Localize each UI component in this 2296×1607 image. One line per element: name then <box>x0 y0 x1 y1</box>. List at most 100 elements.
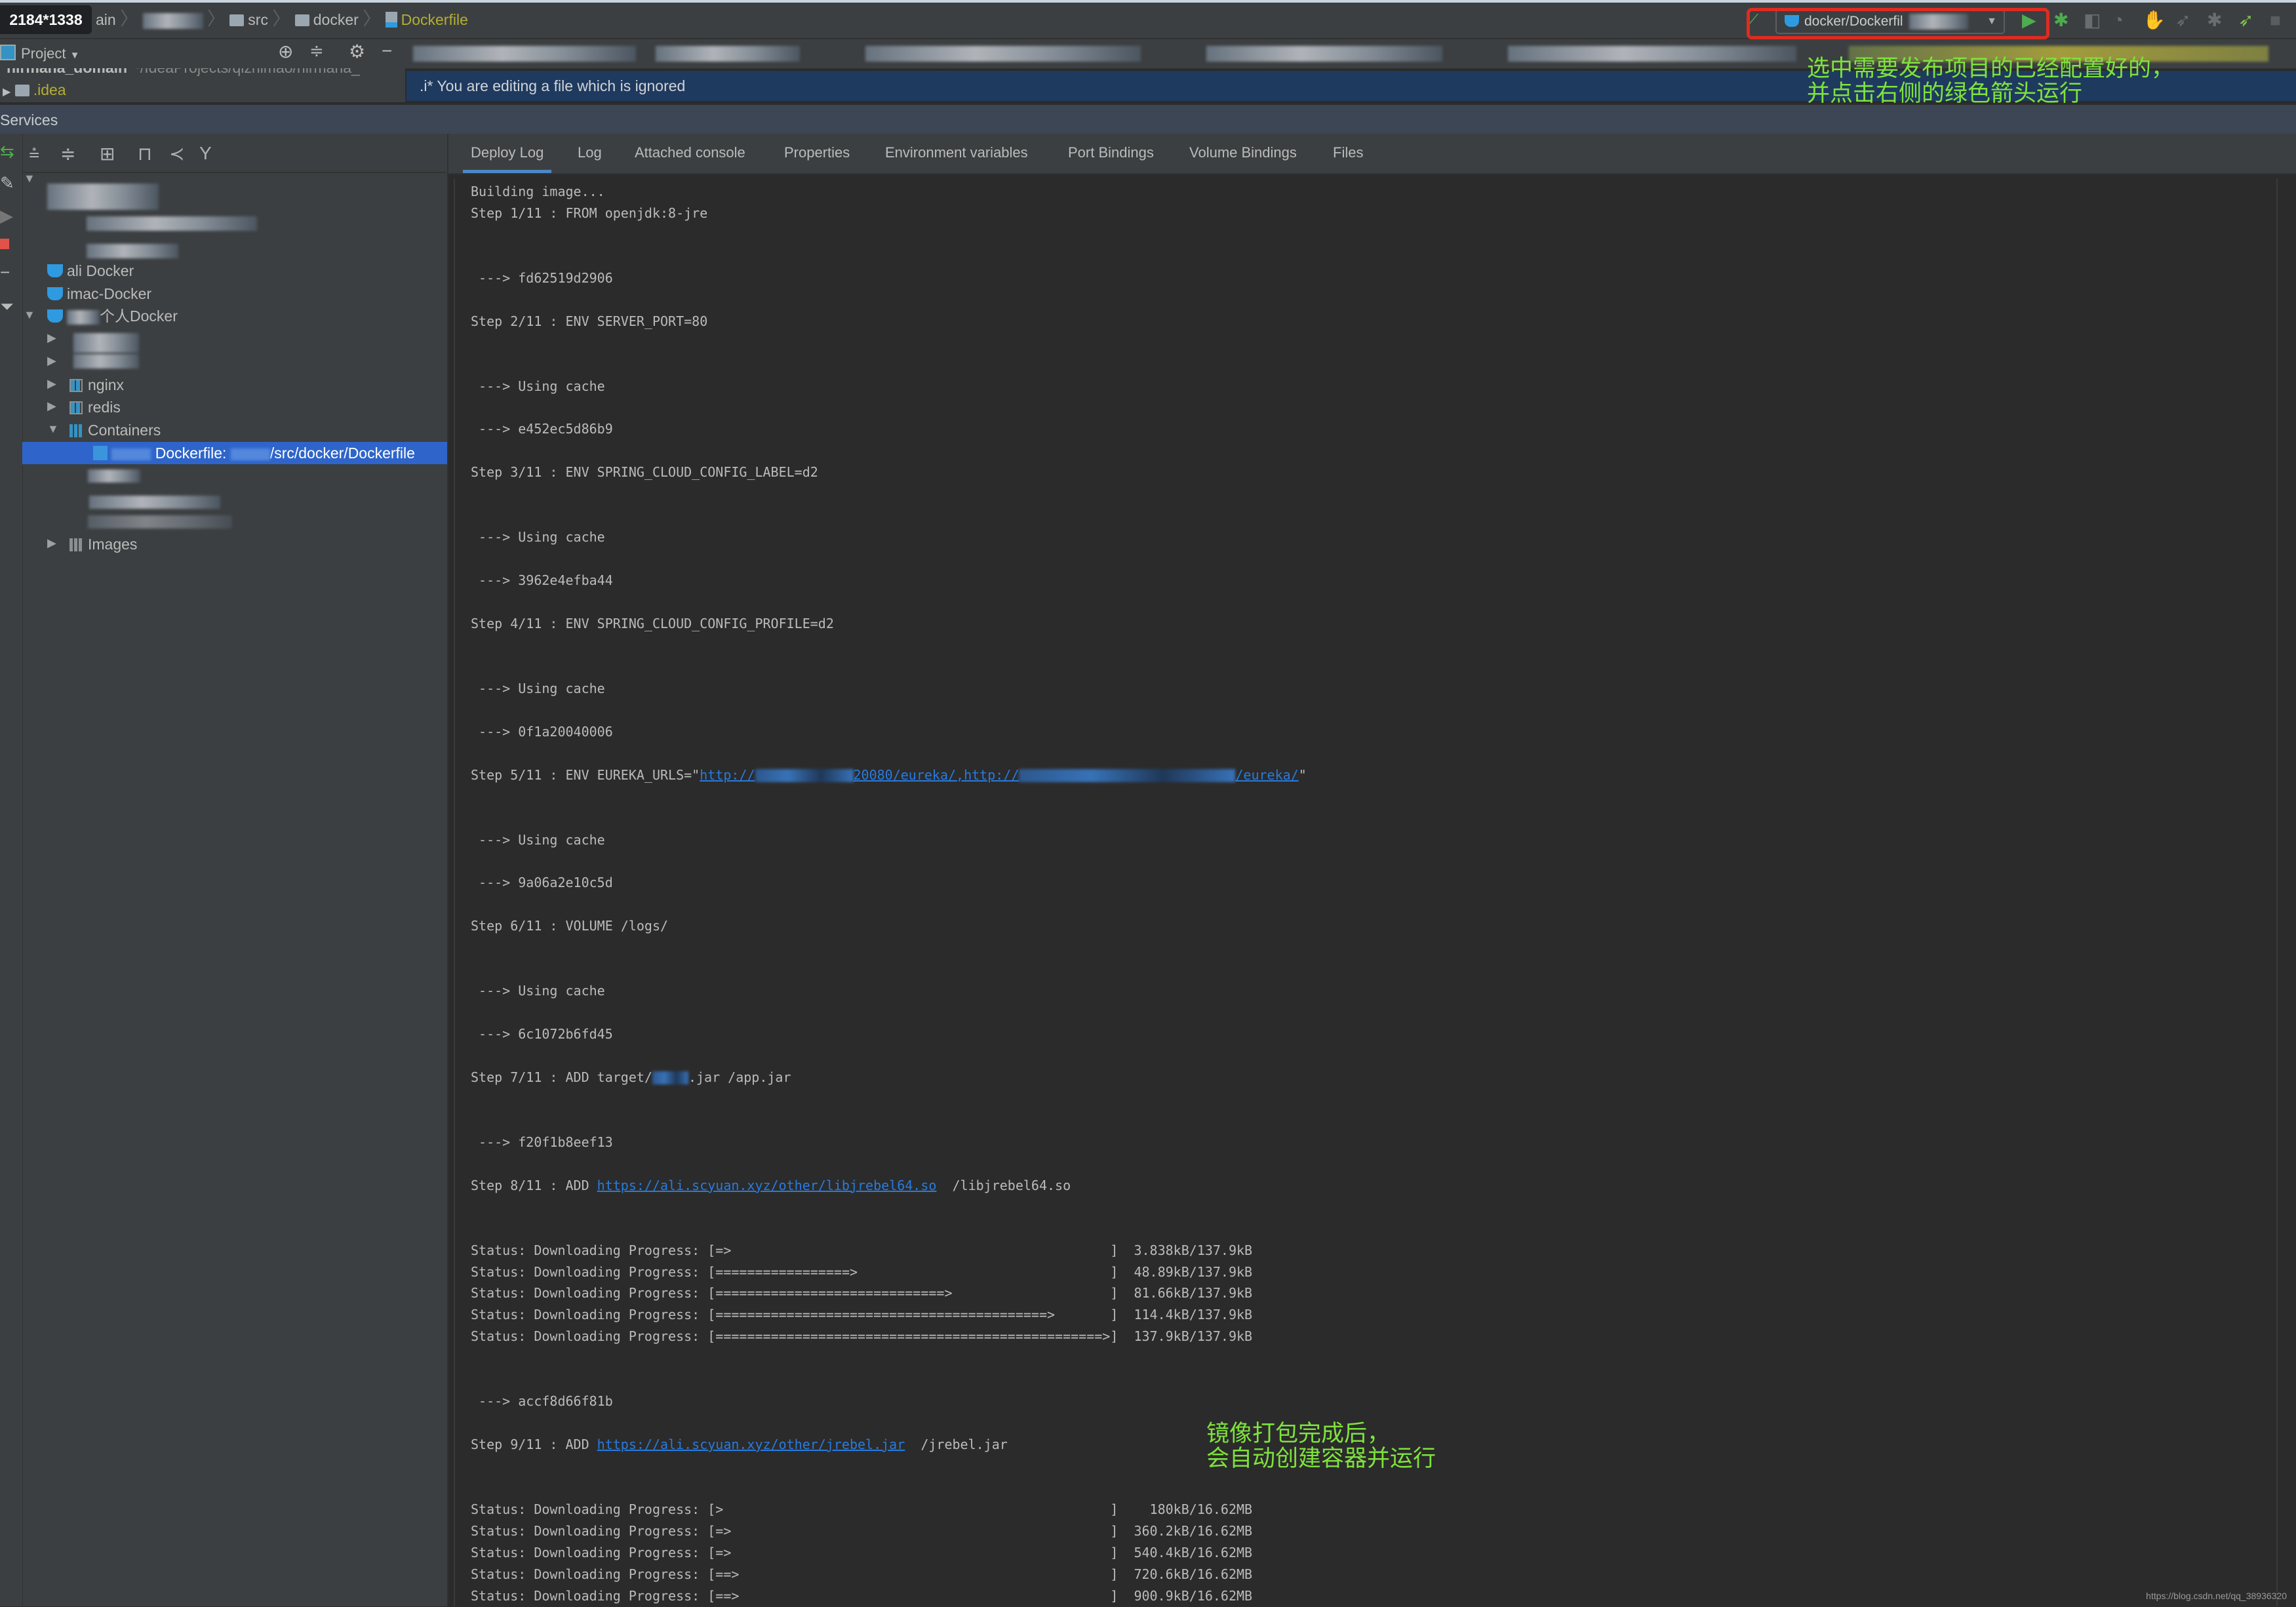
redacted-breadcrumb <box>142 12 203 29</box>
profile-icon[interactable]: ◔ <box>2112 9 2124 31</box>
jrebel-run-icon[interactable]: ➶ <box>2175 9 2190 31</box>
log-link[interactable]: 20080/eureka/,http:// <box>854 767 1019 783</box>
progress-bar: => <box>715 1242 732 1258</box>
log-text: ---> f20f1b8eef13 <box>471 1134 613 1150</box>
redacted-tab[interactable] <box>1508 46 1796 62</box>
locate-file-icon[interactable]: ⊕ <box>278 41 293 62</box>
collapse-all-icon[interactable]: ≑ <box>309 41 324 61</box>
log-line: ---> f20f1b8eef13 <box>471 1132 613 1153</box>
tab-properties[interactable]: Properties <box>776 134 858 173</box>
new-service-icon[interactable]: ⊓ <box>138 143 152 165</box>
remove-icon[interactable]: − <box>0 262 10 283</box>
breadcrumb-item-docker[interactable]: docker <box>313 11 359 28</box>
container-icon <box>93 446 108 460</box>
chevron-right-icon[interactable]: ▶ <box>47 536 56 550</box>
log-text: ---> Using cache <box>471 529 605 546</box>
chevron-right-icon[interactable]: ▶ <box>47 354 56 368</box>
tree-item-label: 个人Docker <box>100 308 178 325</box>
tree-item-label: Dockerfile: <box>155 445 227 462</box>
divider <box>22 172 446 173</box>
chevron-right-icon[interactable]: ▶ <box>47 331 56 345</box>
stop-icon[interactable] <box>0 239 9 249</box>
docker-icon <box>47 309 63 323</box>
tree-item-nginx[interactable]: nginx <box>69 374 124 396</box>
start-icon[interactable]: ▶ <box>0 206 13 226</box>
breadcrumb-item-dockerfile[interactable]: Dockerfile <box>401 11 468 28</box>
chevron-down-icon[interactable]: ▼ <box>24 308 35 322</box>
tree-item-label: ali Docker <box>67 262 134 279</box>
log-link[interactable]: https://ali.scyuan.xyz/other/libjrebel64… <box>597 1178 937 1193</box>
redacted-tree-item[interactable] <box>88 515 232 528</box>
log-link[interactable]: http:// <box>700 767 755 783</box>
merge-icon[interactable]: Y <box>199 143 212 164</box>
chevron-down-icon[interactable]: ▼ <box>24 172 35 186</box>
folder-icon <box>229 14 245 26</box>
chevron-down-icon[interactable]: ▼ <box>47 422 59 436</box>
tree-item-ali-docker[interactable]: ali Docker <box>47 260 134 282</box>
coverage-icon[interactable]: ◧ <box>2084 9 2101 31</box>
log-link[interactable]: https://ali.scyuan.xyz/other/jrebel.jar <box>597 1437 905 1452</box>
redacted-tree-item[interactable] <box>88 469 140 483</box>
tree-item-personal-docker[interactable]: 个人Docker <box>47 305 178 327</box>
tab-files[interactable]: Files <box>1325 134 1371 173</box>
progress-bar: =============================> <box>715 1285 953 1301</box>
redacted-tab[interactable] <box>413 46 636 62</box>
hide-icon[interactable]: − <box>382 41 392 62</box>
redacted-tab[interactable] <box>865 46 1141 62</box>
gear-icon[interactable]: ⚙ <box>349 41 365 62</box>
tree-item-selected-container[interactable]: Dockerfile: /src/docker/Dockerfile <box>22 442 447 464</box>
chevron-right-icon[interactable]: ▶ <box>47 399 56 413</box>
progress-size: ] 900.9kB/16.62MB <box>1110 1587 1253 1604</box>
tab-log[interactable]: Log <box>570 134 610 173</box>
breadcrumb-item-module[interactable]: ain <box>96 11 116 28</box>
tab-port-bindings[interactable]: Port Bindings <box>1060 134 1162 173</box>
tab-attached-console[interactable]: Attached console <box>627 134 753 173</box>
tree-item-redis[interactable]: redis <box>69 396 121 418</box>
project-title: Project <box>21 45 66 62</box>
breadcrumb-separator: 〉 <box>207 9 226 29</box>
tab-environment-variables[interactable]: Environment variables <box>877 134 1036 173</box>
tab-deploy-log[interactable]: Deploy Log <box>463 134 552 173</box>
log-line: Status: Downloading Progress: [=========… <box>471 1304 1252 1326</box>
expand-all-icon[interactable]: ⩮ <box>29 143 39 165</box>
tree-item-idea[interactable]: ▶ .idea <box>3 81 66 99</box>
redacted-tree-item[interactable] <box>89 496 220 509</box>
redacted-tree-item[interactable] <box>87 216 257 231</box>
split-icon[interactable]: ≺ <box>169 143 184 165</box>
log-text: ---> 9a06a2e10c5d <box>471 875 613 891</box>
log-line: ---> fd62519d2906 <box>471 268 613 289</box>
redacted-tab[interactable] <box>656 46 800 62</box>
deploy-icon[interactable]: ⇆ <box>0 142 14 162</box>
log-text: Step 4/11 : ENV SPRING_CLOUD_CONFIG_PROF… <box>471 616 834 631</box>
debug-bug-icon[interactable]: ✱ <box>2053 9 2068 31</box>
annotation-highlight-box <box>1747 8 2049 39</box>
group-by-icon[interactable]: ⊞ <box>100 143 115 165</box>
redacted-tree-item[interactable] <box>47 184 159 210</box>
chevron-right-icon[interactable]: ▶ <box>47 377 56 391</box>
deploy-log-console[interactable]: Building image... Step 1/11 : FROM openjd… <box>454 178 2278 1606</box>
tree-item-images[interactable]: Images <box>69 533 137 555</box>
progress-prefix: Status: Downloading Progress: [ <box>471 1501 716 1517</box>
redacted-tree-item[interactable] <box>87 244 178 258</box>
collapse-all-icon[interactable]: ≑ <box>60 143 75 165</box>
edit-icon[interactable]: ✎ <box>0 173 14 193</box>
stop-icon[interactable]: ■ <box>2270 9 2281 31</box>
jrebel-debug-icon[interactable]: ✱ <box>2207 9 2222 31</box>
redacted-tree-item[interactable] <box>73 354 139 368</box>
breadcrumb-item-src[interactable]: src <box>248 11 268 28</box>
deploy-rocket-icon[interactable]: ➶ <box>2238 9 2253 31</box>
tree-item-imac-docker[interactable]: imac-Docker <box>47 283 151 305</box>
attach-icon[interactable]: ✋ <box>2143 9 2166 31</box>
project-view-selector[interactable]: Project ▼ <box>0 43 79 64</box>
project-root-row[interactable]: nirmana_domain ~/IdeaProjects/qizhimao/n… <box>7 68 360 77</box>
project-tree: nirmana_domain ~/IdeaProjects/qizhimao/n… <box>0 68 405 102</box>
annotation-top: 选中需要发布项目的已经配置好的， 并点击右侧的绿色箭头运行 <box>1807 56 2174 106</box>
redacted-tab[interactable] <box>1206 46 1442 62</box>
scrollbar[interactable] <box>2276 178 2296 1606</box>
tree-item-containers[interactable]: Containers <box>69 419 161 441</box>
tab-volume-bindings[interactable]: Volume Bindings <box>1181 134 1305 173</box>
filter-icon[interactable]: ⏷ <box>0 296 14 317</box>
service-detail-tabs: Deploy Log Log Attached console Properties E… <box>448 134 2296 174</box>
redacted-tree-item[interactable] <box>73 333 139 353</box>
log-link[interactable]: /eureka/ <box>1235 767 1298 783</box>
